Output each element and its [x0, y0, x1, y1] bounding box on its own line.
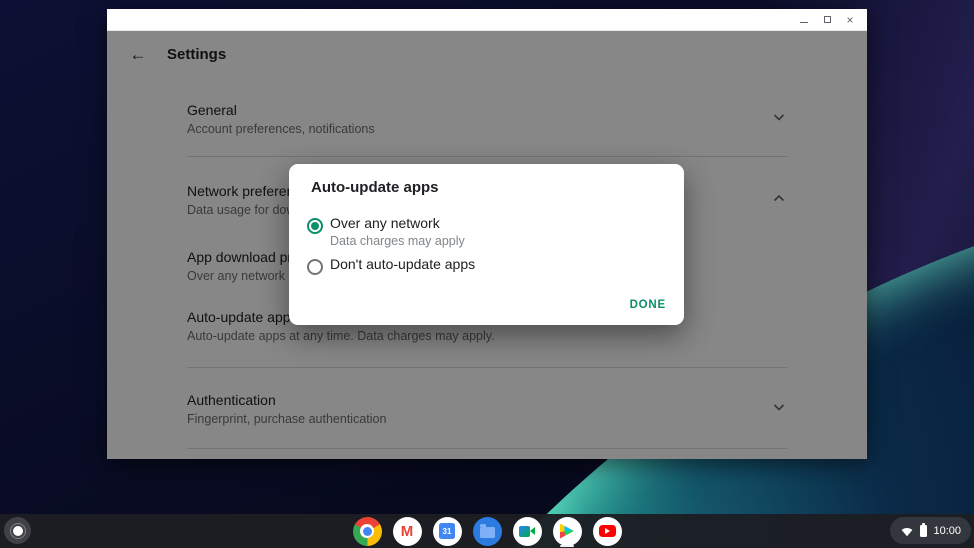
active-app-indicator	[560, 544, 574, 547]
radio-unselected-icon	[307, 259, 323, 275]
shelf-item-meet[interactable]	[512, 516, 542, 547]
close-button[interactable]: ×	[843, 13, 857, 27]
option-label: Over any network	[330, 215, 440, 231]
maximize-button[interactable]	[820, 13, 834, 27]
close-icon: ×	[846, 12, 854, 27]
radio-selected-icon	[307, 218, 323, 234]
battery-icon	[920, 522, 928, 537]
files-folder-icon	[479, 524, 495, 538]
minimize-icon	[800, 21, 808, 23]
chrome-icon	[352, 516, 382, 546]
wifi-icon	[900, 525, 914, 537]
shelf-item-files[interactable]	[472, 516, 502, 547]
youtube-icon	[598, 525, 616, 537]
option-description: Data charges may apply	[330, 234, 465, 248]
shelf-item-chrome[interactable]	[352, 516, 382, 547]
shelf-item-play-store[interactable]	[552, 516, 582, 547]
done-button[interactable]: DONE	[630, 299, 666, 311]
shelf-item-calendar[interactable]: 31	[432, 516, 462, 547]
radio-option-dont-auto-update[interactable]: Don't auto-update apps	[307, 255, 664, 277]
calendar-icon: 31	[439, 523, 455, 539]
desktop: × ← Settings General Account preferences…	[0, 0, 974, 548]
shelf-item-gmail[interactable]: M	[392, 516, 422, 547]
clock: 10:00	[933, 524, 961, 537]
shelf-item-youtube[interactable]	[592, 516, 622, 547]
status-tray[interactable]: 10:00	[890, 517, 971, 544]
gmail-icon: M	[400, 522, 414, 540]
window-titlebar: ×	[107, 9, 867, 31]
option-label: Don't auto-update apps	[330, 256, 476, 272]
radio-option-over-any-network[interactable]: Over any network Data charges may apply	[307, 214, 664, 252]
shelf-apps: M 31	[0, 514, 974, 548]
minimize-button[interactable]	[797, 13, 811, 27]
play-store-icon	[560, 523, 574, 539]
dialog-title: Auto-update apps	[311, 179, 439, 196]
maximize-icon	[823, 16, 831, 23]
shelf: M 31 10:00	[0, 514, 974, 548]
meet-icon	[519, 525, 535, 537]
auto-update-apps-dialog: Auto-update apps Over any network Data c…	[289, 164, 684, 325]
